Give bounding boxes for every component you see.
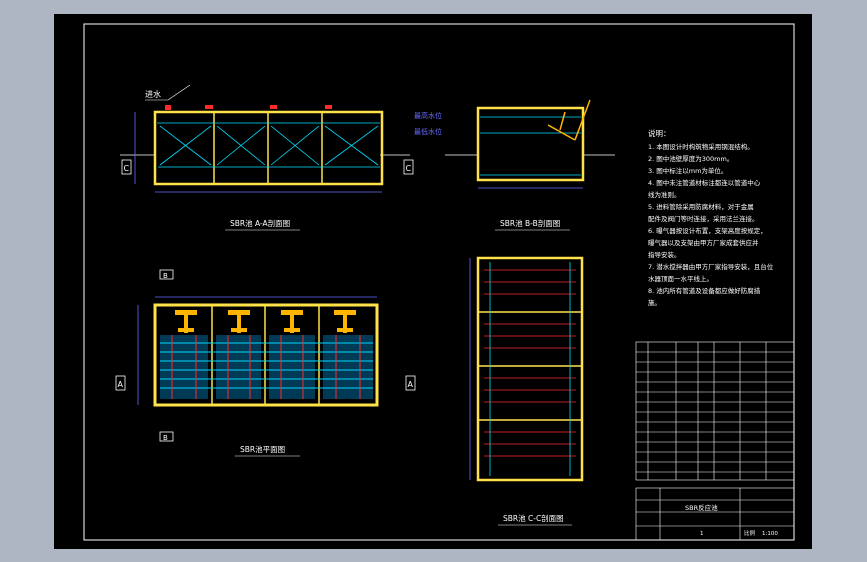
note-line: 指导安装。 — [648, 250, 681, 259]
plan-mark-left: A — [118, 380, 124, 389]
note-line: 7. 潜水搅拌器由甲方厂家指导安装，且台位 — [648, 262, 774, 271]
section-a-title: SBR池 A-A剖面图 — [230, 218, 290, 228]
section-b-title: SBR池 B-B剖面图 — [500, 218, 560, 228]
note-line: 8. 池内所有管道及设备都应做好防腐措 — [648, 286, 761, 295]
sheet-number: 1 — [700, 531, 704, 537]
note-line: 5. 进料管除采用防腐材料，对于金属 — [648, 202, 754, 211]
note-line: 3. 图中标注以mm为单位。 — [648, 166, 727, 175]
plan-mark-right: A — [408, 380, 414, 389]
plan-mark-top: B — [163, 272, 168, 280]
note-line: 4. 图中未注管道材标注都连以管道中心 — [648, 178, 761, 187]
section-c-title: SBR池 C-C剖面图 — [503, 513, 564, 523]
drawing-canvas: C C 进水 SBR池 A-A剖面图 最高水位 最低水位 SBR池 B-B剖面图 — [54, 14, 812, 549]
note-line: 施。 — [648, 298, 661, 307]
note-line: 1. 本图设计时构筑物采用钢混结构。 — [648, 142, 754, 151]
scale-value: 1:100 — [762, 531, 778, 537]
note-line: 6. 曝气器按设计布置，支架高度按规定， — [648, 226, 767, 235]
drawing-name: SBR反应池 — [685, 503, 718, 512]
note-line: 配件及阀门等时连接，采用法兰连接。 — [648, 214, 759, 223]
low-water-label: 最低水位 — [414, 127, 442, 136]
note-line: 曝气器以及支架由甲方厂家成套供应并 — [648, 238, 759, 247]
note-line: 水器顶面一水平线上。 — [648, 274, 713, 283]
plan-title: SBR池平面图 — [240, 444, 285, 454]
inlet-label: 进水 — [145, 89, 161, 99]
notes-heading: 说明： — [648, 128, 671, 138]
scale-label: 比例 — [744, 529, 756, 537]
high-water-label: 最高水位 — [414, 111, 442, 120]
section-a-mark-left: C — [124, 164, 130, 173]
section-a-mark-right: C — [406, 164, 412, 173]
note-line: 2. 图中池壁厚度为300mm。 — [648, 154, 733, 163]
note-line: 线为准则。 — [648, 190, 681, 199]
plan-mark-bottom: B — [163, 434, 168, 442]
